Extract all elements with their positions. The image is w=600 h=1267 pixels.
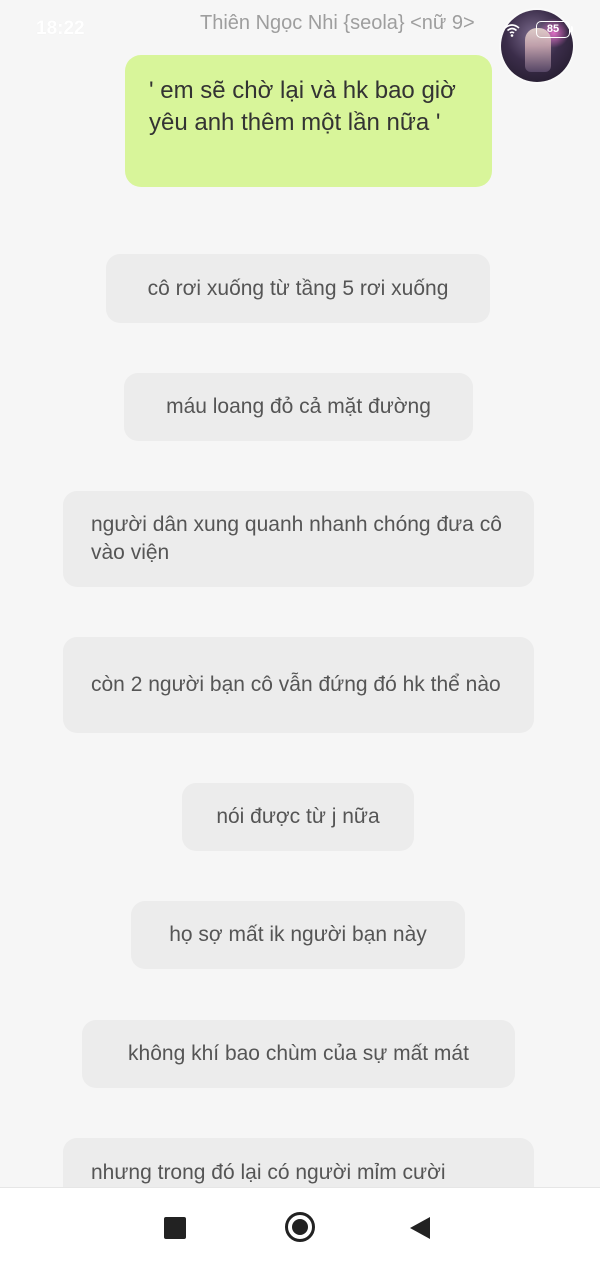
- message-bubble[interactable]: không khí bao chùm của sự mất mát: [82, 1020, 515, 1088]
- message-bubble[interactable]: nói được từ j nữa: [182, 783, 414, 851]
- status-time: 18:22: [36, 18, 85, 39]
- system-navigation-bar: [0, 1187, 600, 1267]
- message-bubble[interactable]: máu loang đỏ cả mặt đường: [124, 373, 473, 441]
- message-text: cô rơi xuống từ tầng 5 rơi xuống: [147, 276, 449, 300]
- message-text: người dân xung quanh nhanh chóng đưa cô …: [91, 513, 502, 564]
- chat-screen: 18:22 Thiên Ngọc Nhi {seola} <nữ 9> 85 '…: [0, 0, 600, 1267]
- message-bubble-sent[interactable]: ' em sẽ chờ lại và hk bao giờ yêu anh th…: [125, 55, 492, 187]
- message-bubble[interactable]: còn 2 người bạn cô vẫn đứng đó hk thể nà…: [63, 637, 534, 733]
- message-text: nói được từ j nữa: [216, 805, 380, 828]
- message-text: không khí bao chùm của sự mất mát: [128, 1042, 469, 1065]
- message-bubble[interactable]: cô rơi xuống từ tầng 5 rơi xuống: [106, 254, 490, 323]
- message-bubble[interactable]: người dân xung quanh nhanh chóng đưa cô …: [63, 491, 534, 587]
- triangle-back-icon[interactable]: [410, 1217, 430, 1239]
- message-text: máu loang đỏ cả mặt đường: [166, 395, 431, 418]
- message-text: còn 2 người bạn cô vẫn đứng đó hk thể nà…: [91, 673, 501, 696]
- message-text: ' em sẽ chờ lại và hk bao giờ yêu anh th…: [149, 77, 456, 136]
- sender-name: Thiên Ngọc Nhi {seola} <nữ 9>: [200, 12, 475, 34]
- message-text: nhưng trong đó lại có người mỉm cười: [91, 1161, 446, 1184]
- square-icon[interactable]: [164, 1217, 186, 1239]
- wifi-icon: [504, 24, 520, 37]
- message-text: họ sợ mất ik người bạn này: [169, 923, 427, 946]
- circle-home-icon[interactable]: [285, 1212, 315, 1242]
- battery-level: 85: [546, 23, 560, 35]
- battery-indicator: 85: [536, 21, 573, 38]
- message-bubble[interactable]: họ sợ mất ik người bạn này: [131, 901, 465, 969]
